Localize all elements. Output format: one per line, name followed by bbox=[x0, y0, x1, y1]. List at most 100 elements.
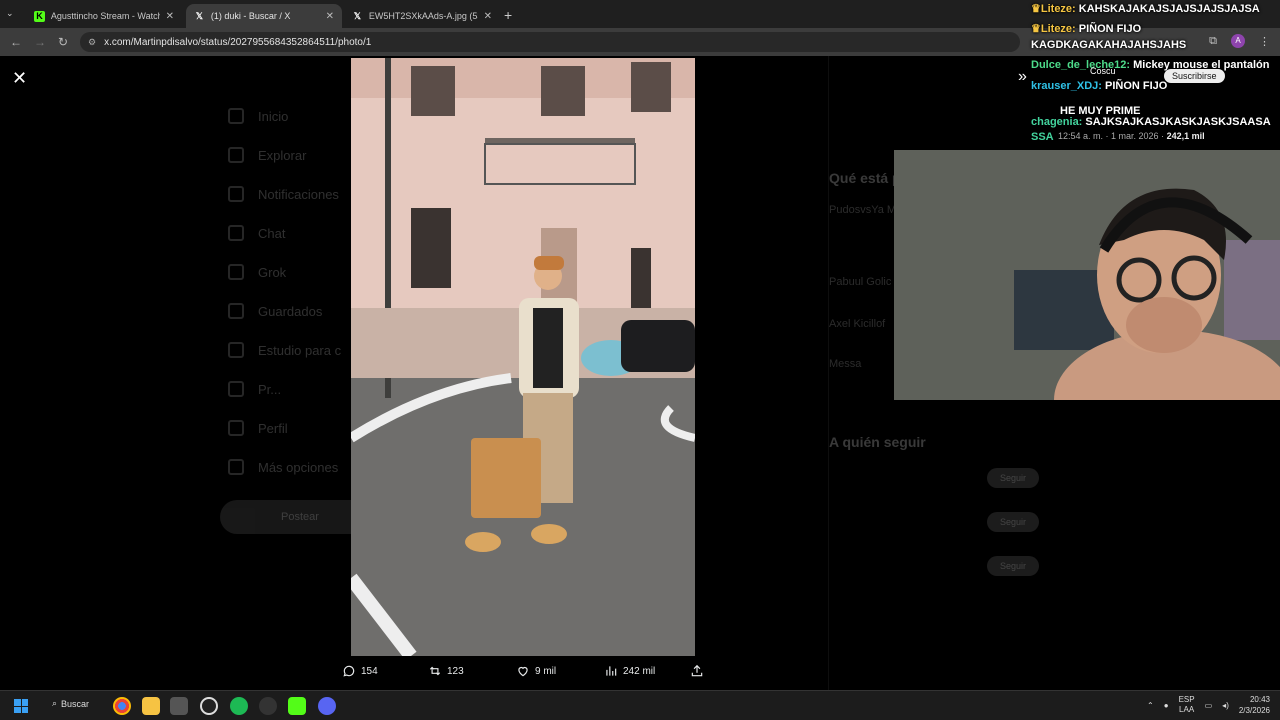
post-views: 242,1 mil bbox=[1166, 131, 1205, 141]
nav-more[interactable]: Más opciones bbox=[228, 459, 338, 475]
chevron-up-icon[interactable]: ⌃ bbox=[1147, 701, 1154, 710]
chat-user: krauser_XDJ: bbox=[1031, 80, 1102, 92]
new-tab-button[interactable]: + bbox=[504, 7, 512, 23]
network-icon[interactable]: ▭ bbox=[1205, 701, 1213, 710]
language-label: ESP bbox=[1178, 695, 1195, 704]
kick-icon[interactable] bbox=[288, 697, 306, 715]
windows-start-icon[interactable] bbox=[14, 699, 28, 713]
chatgpt-icon[interactable] bbox=[200, 697, 218, 715]
like-button[interactable]: 9 mil bbox=[516, 664, 556, 678]
bell-icon bbox=[228, 186, 244, 202]
chat-message: SSA bbox=[1031, 130, 1054, 144]
follow-button[interactable]: Seguir bbox=[987, 468, 1039, 488]
language-indicator[interactable]: ESP LAA bbox=[1179, 695, 1195, 715]
chrome-icon[interactable] bbox=[113, 697, 131, 715]
nav-label: Pr... bbox=[258, 381, 282, 397]
reply-icon bbox=[343, 665, 355, 677]
kick-icon: K bbox=[34, 10, 45, 22]
repost-button[interactable]: 123 bbox=[428, 664, 464, 678]
reload-icon[interactable]: ↻ bbox=[58, 35, 68, 49]
keyboard-layout-label: LAA bbox=[1179, 705, 1195, 714]
chat-text: SSA bbox=[1031, 131, 1054, 143]
tab-x-image[interactable]: 𝕏 EW5HT2SXkAAds-A.jpg (532×... ✕ bbox=[344, 4, 500, 28]
trend-item[interactable]: Axel Kicillof bbox=[829, 318, 885, 330]
nav-notifications[interactable]: Notificaciones bbox=[228, 186, 339, 202]
obs-icon[interactable] bbox=[259, 697, 277, 715]
nav-label: Explorar bbox=[258, 147, 307, 163]
nav-bookmarks[interactable]: Guardados bbox=[228, 303, 322, 319]
webcam-illustration bbox=[894, 150, 1280, 400]
clock-time: 20:43 bbox=[1249, 695, 1270, 704]
nav-chat[interactable]: Chat bbox=[228, 225, 285, 241]
close-tab-icon[interactable]: ✕ bbox=[326, 11, 334, 22]
channel-name: Coscu bbox=[1090, 66, 1116, 76]
subscribe-button[interactable]: Suscribirse bbox=[1164, 69, 1225, 83]
repost-icon bbox=[429, 666, 441, 676]
taskbar-search-label: Buscar bbox=[61, 698, 90, 709]
clock[interactable]: 20:43 2/3/2026 bbox=[1239, 694, 1270, 716]
url-field[interactable]: ⚙ x.com/Martinpdisalvo/status/2027955684… bbox=[80, 32, 1020, 52]
trend-item[interactable]: Pabuul Golic bbox=[829, 276, 891, 288]
nav-premium[interactable]: Pr... bbox=[228, 381, 281, 397]
nav-label: Inicio bbox=[258, 108, 289, 124]
crown-icon: ♛ bbox=[1031, 23, 1041, 35]
nav-grok[interactable]: Grok bbox=[228, 264, 286, 280]
tab-kick[interactable]: K Agusttincho Stream - Watch Li... ✕ bbox=[26, 4, 182, 28]
volume-icon[interactable]: ◂) bbox=[1222, 701, 1229, 710]
spotify-icon[interactable] bbox=[230, 697, 248, 715]
close-tab-icon[interactable]: ✕ bbox=[166, 11, 174, 22]
trend-item[interactable]: Messa bbox=[829, 358, 861, 370]
close-tab-icon[interactable]: ✕ bbox=[484, 11, 492, 22]
photo-illustration bbox=[351, 58, 695, 656]
app-icon[interactable] bbox=[170, 697, 188, 715]
forward-icon[interactable]: → bbox=[34, 35, 46, 49]
post-meta: 12:54 a. m. · 1 mar. 2026 · 242,1 mil bbox=[1058, 131, 1205, 141]
nav-profile[interactable]: Perfil bbox=[228, 420, 288, 436]
crown-icon: ♛ bbox=[1031, 3, 1041, 15]
heart-icon bbox=[518, 666, 528, 677]
nav-explore[interactable]: Explorar bbox=[228, 147, 306, 163]
reply-button[interactable]: 154 bbox=[342, 664, 378, 678]
back-icon[interactable]: ← bbox=[10, 35, 22, 49]
x-icon: 𝕏 bbox=[195, 10, 204, 21]
chat-user: chagenia: bbox=[1031, 116, 1083, 128]
follow-header: A quién seguir bbox=[829, 434, 926, 450]
views-button[interactable]: 242 mil bbox=[604, 664, 655, 678]
follow-button[interactable]: Seguir bbox=[987, 512, 1039, 532]
post-timestamp: 12:54 a. m. · 1 mar. 2026 · bbox=[1058, 131, 1165, 141]
taskbar-search[interactable]: ⌕ Buscar bbox=[52, 698, 89, 709]
tab-x-search[interactable]: 𝕏 (1) duki - Buscar / X ✕ bbox=[186, 4, 342, 28]
clock-date: 2/3/2026 bbox=[1238, 706, 1270, 715]
stream-chat-overlay: ♛Liteze: KAHSKAJAKAJSJAJSJAJSJAJSA ♛Lite… bbox=[1028, 0, 1280, 150]
discord-icon[interactable] bbox=[318, 697, 336, 715]
x-icon: 𝕏 bbox=[353, 10, 362, 21]
nav-label: Notificaciones bbox=[258, 186, 339, 202]
chat-message: KAGDKAGAKAHAJAHSJAHS bbox=[1031, 38, 1186, 52]
share-button[interactable] bbox=[690, 664, 704, 678]
user-icon bbox=[228, 420, 244, 436]
bookmark-icon bbox=[228, 303, 244, 319]
post-actions: 154 123 9 mil 242 mil bbox=[342, 664, 712, 682]
chat-user: Liteze: bbox=[1040, 3, 1076, 15]
home-icon bbox=[228, 108, 244, 124]
nav-label: Grok bbox=[258, 264, 287, 280]
studio-icon bbox=[228, 342, 244, 358]
tab-label: Agusttincho Stream - Watch Li... bbox=[50, 11, 160, 21]
folder-icon[interactable] bbox=[142, 697, 160, 715]
expand-icon[interactable]: » bbox=[1018, 68, 1027, 86]
mail-icon bbox=[228, 225, 244, 241]
mic-icon[interactable]: ● bbox=[1164, 701, 1169, 710]
chat-message: chagenia: SAJKSAJKASJKASKJASKJSAASA bbox=[1031, 115, 1271, 129]
tab-list-icon[interactable]: ⌄ bbox=[6, 8, 14, 19]
chat-text: PIÑON FIJO bbox=[1105, 80, 1168, 92]
site-info-icon[interactable]: ⚙ bbox=[88, 37, 96, 48]
follow-button[interactable]: Seguir bbox=[987, 556, 1039, 576]
post-photo[interactable] bbox=[351, 58, 695, 656]
chat-text: SAJKSAJKASJKASKJASKJSAASA bbox=[1085, 116, 1271, 128]
close-icon[interactable]: ✕ bbox=[12, 68, 27, 89]
nav-home[interactable]: Inicio bbox=[228, 108, 288, 124]
nav-studio[interactable]: Estudio para c bbox=[228, 342, 341, 358]
chat-user: Liteze: bbox=[1040, 23, 1076, 35]
trends-header: Qué está p bbox=[829, 170, 901, 186]
trend-item[interactable]: PudosvsYa Ma bbox=[829, 204, 902, 216]
